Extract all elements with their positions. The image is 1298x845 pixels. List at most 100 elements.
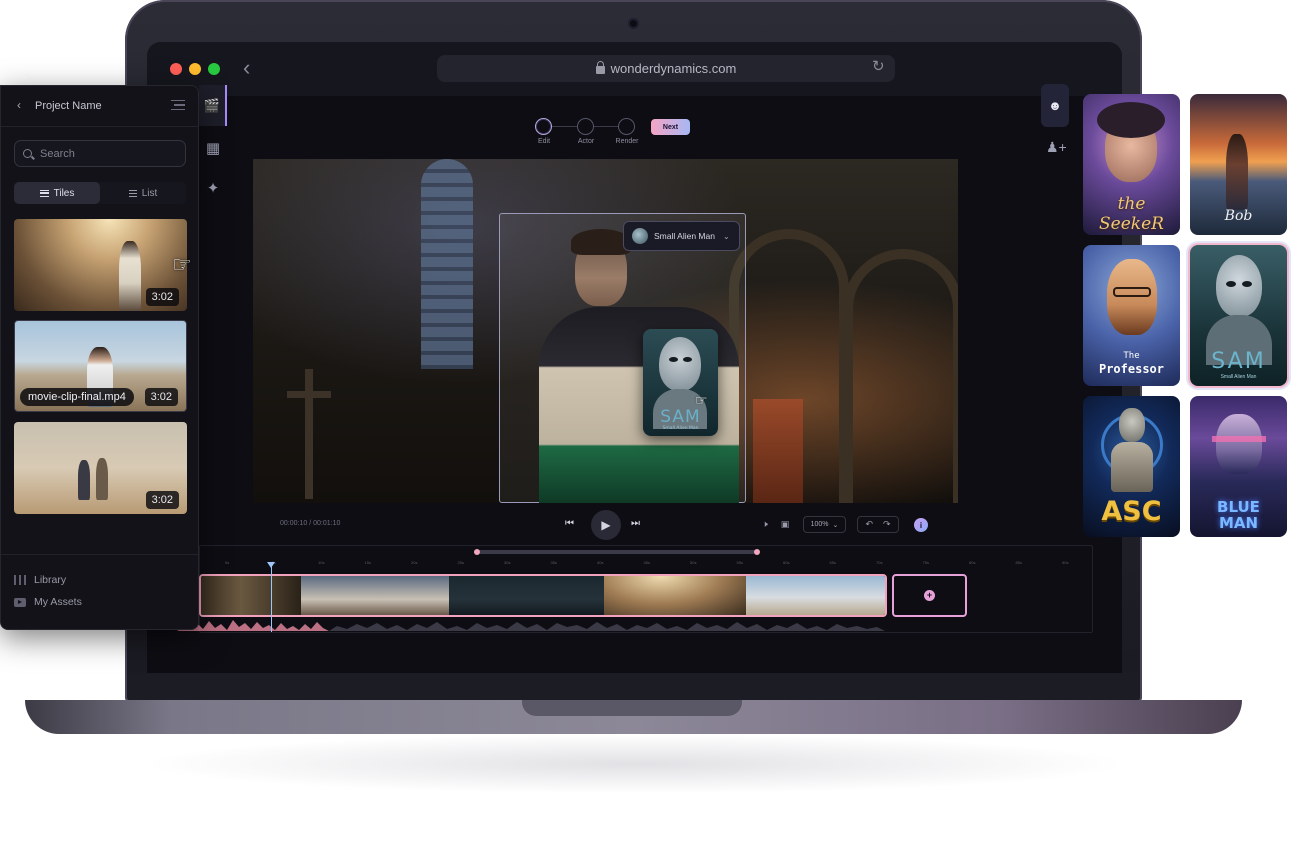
ruler-tick-label: 55s	[736, 560, 743, 565]
view-toggle: Tiles List	[14, 182, 186, 204]
layout-tool-icon[interactable]: ▦	[201, 136, 225, 160]
actor-figure-hair	[571, 229, 631, 255]
ruler-tick-label: 15s	[364, 560, 371, 565]
character-figure	[1226, 134, 1248, 210]
timeline-scrubber[interactable]	[474, 550, 758, 554]
timeline-clip[interactable]	[604, 576, 746, 615]
clip-thumbnail-figure	[96, 458, 108, 500]
browser-chrome: ‹ wonderdynamics.com ↻	[147, 42, 1122, 96]
volume-icon[interactable]: 🕨	[759, 516, 771, 533]
clip-duration: 3:02	[145, 288, 179, 306]
scrubber-end-handle[interactable]	[754, 549, 760, 555]
zoom-select[interactable]: 100% ⌄	[803, 516, 846, 533]
character-visor	[1212, 436, 1266, 442]
ruler-tick-label: 85s	[1015, 560, 1022, 565]
window-close-button[interactable]	[170, 63, 182, 75]
lock-icon	[595, 61, 605, 74]
step-render-circle[interactable]	[618, 118, 635, 135]
add-actor-icon[interactable]: ♟+	[1046, 139, 1067, 156]
actor-panel-button[interactable]: ☻	[1041, 84, 1069, 127]
skip-forward-icon[interactable]: ⏭	[631, 518, 640, 529]
character-card-professor[interactable]: The Professor	[1083, 245, 1180, 386]
clip-tile[interactable]: 3:02	[14, 422, 187, 514]
tab-list[interactable]: List	[100, 182, 186, 204]
character-hair	[1097, 102, 1165, 138]
redo-icon[interactable]: ↷	[883, 519, 891, 530]
library-icon	[14, 575, 26, 585]
search-input[interactable]	[40, 147, 170, 160]
dragged-character-card[interactable]: SAM Small Alien Man	[643, 329, 718, 436]
ruler-tick-label: 60s	[783, 560, 790, 565]
ruler-tick-label: 10s	[318, 560, 325, 565]
skip-back-icon[interactable]: ⏮	[565, 518, 574, 529]
ruler-tick-label: 45s	[643, 560, 650, 565]
step-edit-circle[interactable]	[535, 118, 552, 135]
timeline-clip[interactable]	[301, 576, 449, 615]
alien-eye	[683, 357, 692, 362]
character-face	[1107, 259, 1157, 335]
character-card-asc[interactable]: ASC	[1083, 396, 1180, 537]
menu-icon[interactable]	[171, 100, 185, 110]
window-maximize-button[interactable]	[208, 63, 220, 75]
character-card-bob[interactable]: Bob	[1190, 94, 1287, 235]
tab-tiles-label: Tiles	[53, 187, 75, 199]
time-separator: /	[309, 520, 312, 527]
hand-cursor-icon: ☞	[695, 392, 708, 408]
step-actor-label: Actor	[577, 138, 595, 145]
video-preview[interactable]: Small Alien Man ⌄ SAM Small Alien Man ☞	[253, 159, 958, 503]
timeline-clip[interactable]	[201, 576, 301, 615]
character-name: The	[1123, 351, 1140, 361]
project-title: Project Name	[35, 100, 102, 112]
step-edit-label: Edit	[537, 138, 551, 145]
character-name: SAM	[1211, 349, 1266, 374]
address-bar[interactable]: wonderdynamics.com	[437, 55, 895, 82]
playhead[interactable]	[271, 564, 272, 632]
browser-back-icon[interactable]: ‹	[243, 57, 250, 79]
next-button[interactable]: Next	[651, 119, 690, 135]
hand-cursor-icon: ☞	[172, 252, 192, 277]
window-minimize-button[interactable]	[189, 63, 201, 75]
nav-my-assets[interactable]: My Assets	[14, 594, 82, 610]
play-button[interactable]: ▶	[591, 510, 621, 540]
info-icon[interactable]: i	[914, 518, 928, 532]
clip-tile[interactable]: movie-clip-final.mp4 3:02	[14, 320, 187, 412]
clip-tile[interactable]: 3:02	[14, 219, 187, 311]
clips-tool-button[interactable]: 🎬	[199, 85, 227, 126]
magic-wand-icon[interactable]: ✦	[201, 176, 225, 200]
reload-icon[interactable]: ↻	[872, 59, 885, 74]
tab-tiles[interactable]: Tiles	[14, 182, 100, 204]
clip-thumbnail-figure	[119, 241, 141, 311]
add-clip-slot[interactable]: +	[892, 574, 967, 617]
search-field[interactable]	[14, 140, 186, 167]
playhead-handle[interactable]	[267, 562, 275, 568]
character-name: Bob	[1224, 208, 1253, 224]
character-body	[1111, 442, 1153, 492]
character-subtitle: MAN	[1218, 514, 1259, 532]
nav-library[interactable]: Library	[14, 572, 66, 588]
timeline-clip-strip[interactable]	[199, 574, 887, 617]
nav-library-label: Library	[34, 574, 67, 586]
step-actor-circle[interactable]	[577, 118, 594, 135]
ruler-tick-label: 75s	[922, 560, 929, 565]
scrubber-start-handle[interactable]	[474, 549, 480, 555]
list-icon	[128, 189, 137, 197]
character-card-blue-man[interactable]: BLUE MAN	[1190, 396, 1287, 537]
undo-icon[interactable]: ↶	[865, 519, 873, 530]
fullscreen-icon[interactable]: ▣	[779, 516, 791, 533]
drag-card-name: SAM	[660, 407, 701, 427]
laptop-shadow	[140, 734, 1130, 794]
zoom-value: 100%	[810, 521, 829, 528]
alien-head	[659, 337, 701, 391]
drag-card-subtitle: Small Alien Man	[662, 426, 699, 431]
character-card-seeker[interactable]: the SeekeR	[1083, 94, 1180, 235]
back-chevron-icon[interactable]: ‹	[17, 98, 21, 112]
character-card-sam[interactable]: SAM Small Alien Man	[1190, 245, 1287, 386]
nav-assets-label: My Assets	[34, 596, 82, 608]
chevron-down-icon: ⌄	[722, 231, 730, 241]
step-render-label: Render	[615, 138, 639, 145]
character-subtitle: Professor	[1098, 362, 1165, 376]
character-glasses	[1113, 287, 1151, 297]
timeline-clip[interactable]	[746, 576, 885, 615]
actor-selector-dropdown[interactable]: Small Alien Man ⌄	[623, 221, 740, 251]
timeline-clip[interactable]	[449, 576, 604, 615]
